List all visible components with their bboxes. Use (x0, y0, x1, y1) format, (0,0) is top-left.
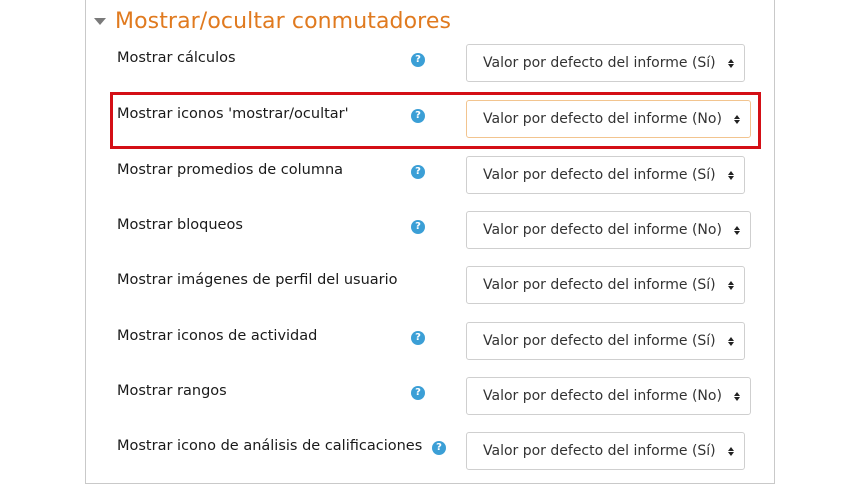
setting-select[interactable]: Valor por defecto del informe (Sí) (466, 44, 745, 82)
setting-row-mostrar-iconos-mostrar-ocultar: Mostrar iconos 'mostrar/ocultar' ? Valor… (86, 100, 774, 148)
select-value: Valor por defecto del informe (No) (483, 222, 722, 238)
section-header[interactable]: Mostrar/ocultar conmutadores (94, 6, 451, 36)
setting-select[interactable]: Valor por defecto del informe (Sí) (466, 432, 745, 470)
setting-label: Mostrar icono de análisis de calificacio… (117, 438, 423, 454)
select-value: Valor por defecto del informe (No) (483, 111, 722, 127)
setting-label: Mostrar cálculos (117, 50, 236, 66)
setting-label: Mostrar iconos de actividad (117, 328, 318, 344)
select-value: Valor por defecto del informe (Sí) (483, 277, 716, 293)
help-icon[interactable]: ? (411, 109, 425, 123)
select-value: Valor por defecto del informe (Sí) (483, 55, 716, 71)
setting-row-mostrar-imagenes-de-perfil: Mostrar imágenes de perfil del usuario V… (86, 266, 774, 314)
select-arrows-icon (727, 170, 734, 180)
setting-row-mostrar-iconos-de-actividad: Mostrar iconos de actividad ? Valor por … (86, 322, 774, 370)
help-icon[interactable]: ? (411, 220, 425, 234)
setting-label: Mostrar iconos 'mostrar/ocultar' (117, 106, 349, 122)
select-value: Valor por defecto del informe (Sí) (483, 443, 716, 459)
setting-row-mostrar-rangos: Mostrar rangos ? Valor por defecto del i… (86, 377, 774, 425)
setting-label: Mostrar bloqueos (117, 217, 243, 233)
setting-label: Mostrar imágenes de perfil del usuario (117, 272, 398, 288)
select-arrows-icon (733, 114, 740, 124)
setting-label: Mostrar promedios de columna (117, 162, 344, 178)
setting-row-mostrar-promedios-de-columna: Mostrar promedios de columna ? Valor por… (86, 156, 774, 204)
select-arrows-icon (727, 58, 734, 68)
help-icon[interactable]: ? (432, 441, 446, 455)
setting-select[interactable]: Valor por defecto del informe (No) (466, 211, 751, 249)
setting-row-mostrar-icono-de-analisis: Mostrar icono de análisis de calificacio… (86, 432, 774, 480)
select-arrows-icon (733, 391, 740, 401)
setting-row-mostrar-bloqueos: Mostrar bloqueos ? Valor por defecto del… (86, 211, 774, 259)
section-title: Mostrar/ocultar conmutadores (115, 8, 452, 34)
help-icon[interactable]: ? (411, 331, 425, 345)
setting-row-mostrar-calculos: Mostrar cálculos ? Valor por defecto del… (86, 44, 774, 92)
select-arrows-icon (727, 280, 734, 290)
setting-select[interactable]: Valor por defecto del informe (No) (466, 100, 751, 138)
setting-select[interactable]: Valor por defecto del informe (Sí) (466, 156, 745, 194)
select-value: Valor por defecto del informe (No) (483, 388, 722, 404)
select-arrows-icon (733, 225, 740, 235)
select-arrows-icon (727, 336, 734, 346)
help-icon[interactable]: ? (411, 53, 425, 67)
setting-label: Mostrar rangos (117, 383, 227, 399)
select-arrows-icon (727, 446, 734, 456)
select-value: Valor por defecto del informe (Sí) (483, 333, 716, 349)
help-icon[interactable]: ? (411, 386, 425, 400)
help-icon[interactable]: ? (411, 165, 425, 179)
setting-select[interactable]: Valor por defecto del informe (Sí) (466, 322, 745, 360)
triangle-down-icon[interactable] (94, 18, 106, 25)
setting-select[interactable]: Valor por defecto del informe (No) (466, 377, 751, 415)
setting-select[interactable]: Valor por defecto del informe (Sí) (466, 266, 745, 304)
select-value: Valor por defecto del informe (Sí) (483, 167, 716, 183)
